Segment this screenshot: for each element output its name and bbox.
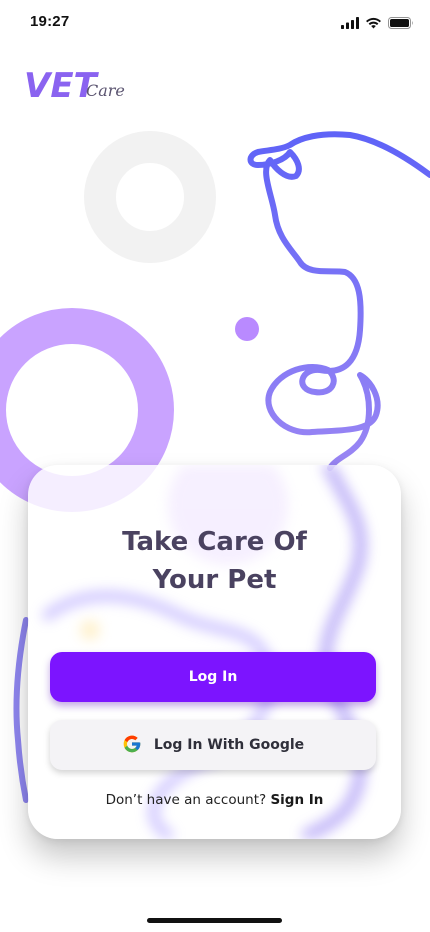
login-card: Take Care Of Your Pet Log In Log In With…: [28, 465, 401, 839]
signup-prompt: Don’t have an account?: [105, 792, 271, 808]
lilac-dot-decoration: [235, 317, 259, 341]
headline-line-1: Take Care Of: [122, 527, 307, 557]
login-button[interactable]: Log In: [50, 652, 376, 702]
gray-ring-decoration: [84, 131, 216, 263]
sign-in-link[interactable]: Sign In: [270, 792, 323, 808]
home-indicator[interactable]: [147, 918, 282, 923]
pet-outline-line-decoration: [247, 131, 430, 471]
headline: Take Care Of Your Pet: [28, 523, 401, 599]
google-login-button[interactable]: Log In With Google: [50, 720, 376, 770]
left-edge-line-decoration: [13, 617, 29, 803]
signup-row: Don’t have an account? Sign In: [28, 792, 401, 808]
headline-line-2: Your Pet: [152, 565, 277, 595]
google-login-label: Log In With Google: [153, 737, 305, 753]
google-icon: [122, 734, 142, 757]
